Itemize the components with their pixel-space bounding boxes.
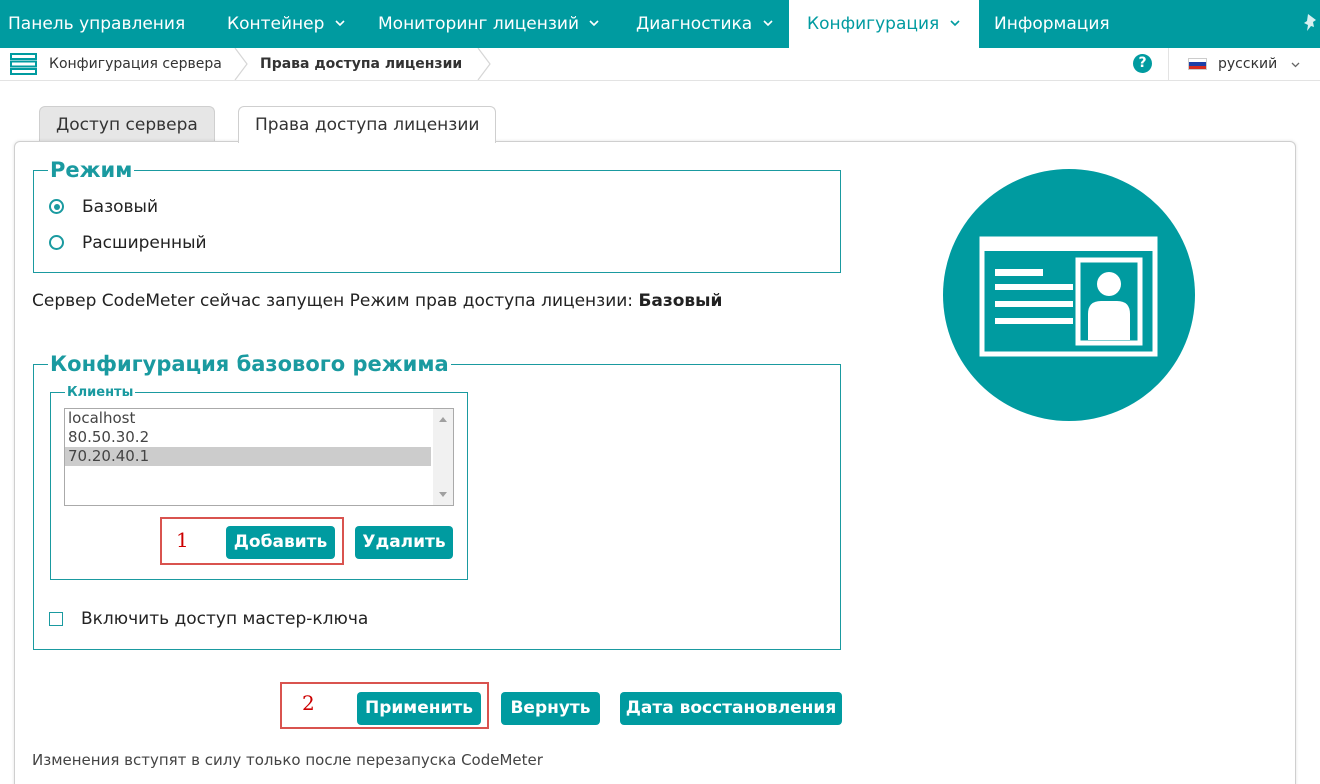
nav-item-label: Информация: [994, 14, 1110, 34]
status-text: Сервер CodeMeter сейчас запущен Режим пр…: [32, 291, 634, 311]
top-navigation: Панель управления Контейнер Мониторинг л…: [0, 0, 1320, 48]
breadcrumb: Конфигурация сервера Права доступа лицен…: [0, 48, 1320, 81]
chevron-down-icon: [335, 19, 345, 26]
server-icon: [10, 53, 37, 75]
scroll-up-icon[interactable]: [438, 415, 448, 423]
chevron-down-icon: [589, 19, 600, 26]
nav-item-label: Диагностика: [636, 14, 753, 34]
scroll-down-icon[interactable]: [438, 491, 448, 499]
radio-extended-label[interactable]: Расширенный: [82, 233, 207, 253]
annotation-marker-2: 2: [302, 691, 315, 715]
nav-item-license-monitoring[interactable]: Мониторинг лицензий: [370, 0, 608, 48]
nav-item-diagnostics[interactable]: Диагностика: [628, 0, 782, 48]
tab-server-access[interactable]: Доступ сервера: [39, 106, 215, 142]
language-selector[interactable]: русский: [1218, 48, 1277, 80]
nav-item-dashboard[interactable]: Панель управления: [0, 0, 193, 48]
radio-basic-label[interactable]: Базовый: [82, 197, 158, 217]
help-icon[interactable]: ?: [1133, 54, 1152, 73]
pin-icon[interactable]: [1300, 12, 1320, 34]
chevron-down-icon: [950, 19, 960, 26]
nav-item-label: Мониторинг лицензий: [378, 14, 580, 34]
breadcrumb-current: Права доступа лицензии: [260, 56, 463, 72]
nav-item-configuration[interactable]: Конфигурация: [789, 0, 979, 48]
list-item[interactable]: localhost: [65, 409, 431, 428]
master-key-checkbox[interactable]: [49, 612, 63, 626]
revert-button[interactable]: Вернуть: [501, 692, 600, 725]
status-value: Базовый: [638, 291, 723, 311]
list-item[interactable]: 80.50.30.2: [65, 428, 431, 447]
master-key-label[interactable]: Включить доступ мастер-ключа: [81, 609, 368, 629]
list-item[interactable]: 70.20.40.1: [65, 447, 431, 466]
radio-basic[interactable]: [49, 199, 64, 214]
chevron-down-icon[interactable]: [1290, 59, 1301, 70]
divider: [1168, 48, 1169, 80]
license-card-icon: [943, 169, 1195, 421]
scrollbar[interactable]: [433, 409, 453, 505]
tab-license-access[interactable]: Права доступа лицензии: [238, 106, 497, 143]
nav-item-container[interactable]: Контейнер: [219, 0, 354, 48]
nav-item-label: Панель управления: [8, 14, 186, 34]
russian-flag-icon: [1188, 58, 1207, 70]
clients-list[interactable]: localhost 80.50.30.2 70.20.40.1: [64, 408, 454, 506]
radio-extended[interactable]: [49, 235, 64, 250]
clients-legend: Клиенты: [67, 385, 134, 400]
restore-date-button[interactable]: Дата восстановления: [620, 692, 842, 725]
breadcrumb-separator: [477, 48, 491, 80]
basic-config-legend: Конфигурация базового режима: [50, 352, 449, 376]
breadcrumb-separator: [234, 48, 248, 80]
nav-item-label: Контейнер: [227, 14, 325, 34]
server-status: Сервер CodeMeter сейчас запущен Режим пр…: [32, 291, 722, 311]
tab-label: Права доступа лицензии: [255, 115, 480, 135]
remove-button[interactable]: Удалить: [355, 526, 453, 559]
chevron-down-icon: [763, 19, 773, 26]
mode-legend: Режим: [50, 158, 133, 182]
breadcrumb-server-config[interactable]: Конфигурация сервера: [49, 48, 222, 80]
nav-item-label: Конфигурация: [807, 14, 940, 34]
tab-label: Доступ сервера: [56, 115, 198, 135]
restart-note: Изменения вступят в силу только после пе…: [32, 751, 543, 769]
annotation-marker-1: 1: [176, 528, 189, 552]
nav-item-information[interactable]: Информация: [986, 0, 1118, 48]
